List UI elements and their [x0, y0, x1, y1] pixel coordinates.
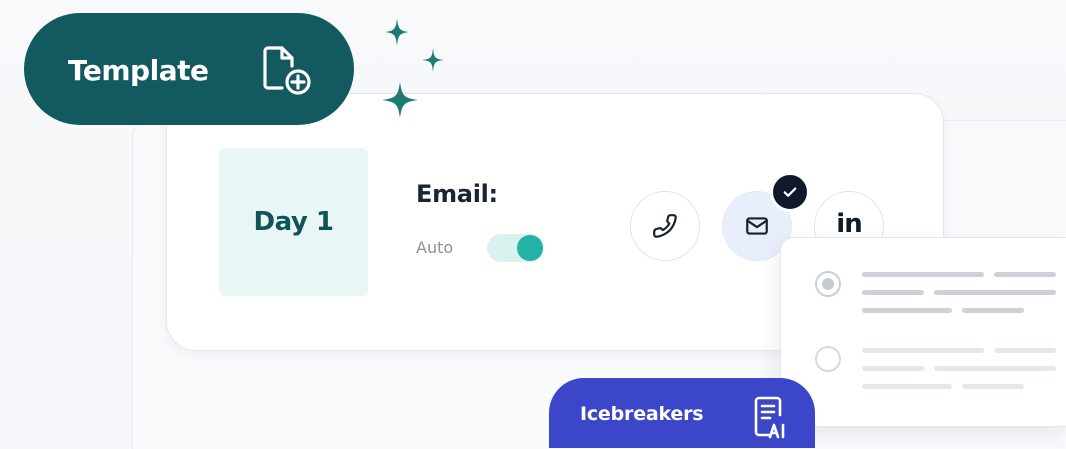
ai-document-icon [754, 396, 785, 439]
sparkle-icon [382, 18, 444, 118]
option-radio-1[interactable] [815, 271, 841, 297]
phone-channel-button[interactable] [630, 191, 700, 261]
auto-toggle-knob[interactable] [517, 235, 543, 261]
option-1-line [862, 290, 924, 295]
check-icon [783, 187, 797, 197]
option-radio-2[interactable] [815, 346, 841, 372]
option-1-line [934, 290, 1056, 295]
option-2-line [934, 366, 1056, 371]
phone-icon [653, 214, 677, 238]
options-popup [780, 237, 1066, 427]
channel-label: Email: [416, 180, 498, 208]
icebreakers-label: Icebreakers [580, 403, 704, 425]
day-badge: Day 1 [219, 148, 368, 296]
option-1-line [962, 308, 1024, 313]
option-2-line [862, 348, 984, 353]
radio-dot [822, 278, 834, 290]
template-add-icon [263, 46, 311, 95]
option-1-line [994, 272, 1056, 277]
auto-label: Auto [416, 238, 454, 257]
option-2-line [862, 366, 924, 371]
option-1-line [862, 272, 984, 277]
option-2-line [962, 384, 1024, 389]
linkedin-icon: in [836, 209, 862, 239]
option-2-line [862, 384, 952, 389]
option-2-line [994, 348, 1056, 353]
mail-icon [746, 217, 768, 235]
template-label: Template [68, 54, 209, 87]
day-label: Day 1 [253, 207, 334, 237]
option-1-line [862, 308, 952, 313]
selected-check-badge [770, 172, 810, 212]
